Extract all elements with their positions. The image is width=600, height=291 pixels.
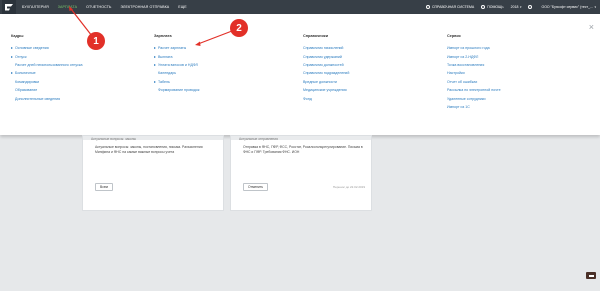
news-card-laws: Актуальные вопросы: законы Актуальные во… xyxy=(82,135,224,211)
menu-item-import-prev-year[interactable]: Импорт из прошлого года xyxy=(447,44,501,52)
menu-column-title: Справочники xyxy=(303,34,329,38)
card-text: Отправка в ФНС, ПФР, ФСС, Росстат, Росал… xyxy=(243,145,363,154)
reference-system-link[interactable]: СПРАВОЧНАЯ СИСТЕМА xyxy=(425,5,475,9)
user-icon xyxy=(528,5,533,9)
salary-mega-menu: × Кадры Основные сведения Отпуск Расчет … xyxy=(0,14,600,135)
help-link[interactable]: ПОМОЩЬ xyxy=(481,5,504,9)
nav-electronic-submission[interactable]: ЭЛЕКТРОННАЯ ОТПРАВКА xyxy=(120,5,169,9)
nav-accounting[interactable]: БУХГАЛТЕРИЯ xyxy=(22,5,49,9)
menu-item-import-2ndfl[interactable]: Импорт из 2-НДФЛ xyxy=(447,52,501,60)
menu-item-contributions-ndfl[interactable]: Уплата взносов и НДФЛ xyxy=(154,61,199,69)
menu-item-positions-ref[interactable]: Справочник должностей xyxy=(303,61,349,69)
news-card-submissions: Актуальные отправления Отправка в ФНС, П… xyxy=(230,135,372,211)
triangle-right-icon xyxy=(154,80,156,83)
card-button-cancel[interactable]: Отменить xyxy=(243,183,269,191)
card-heading: Актуальные вопросы: законы xyxy=(91,137,136,141)
menu-item-email-mailing[interactable]: Рассылка по электронной почте xyxy=(447,86,501,94)
menu-column-salary: Зарплата Расчет зарплаты Выплата Уплата … xyxy=(154,34,199,94)
menu-item-business-trips[interactable]: Командировки xyxy=(11,78,83,86)
menu-item-hazardous-positions[interactable]: Вредные должности xyxy=(303,78,349,86)
menu-item-error-report[interactable]: Отчет об ошибках xyxy=(447,78,501,86)
menu-item-settings[interactable]: Настройки xyxy=(447,69,501,77)
top-navigation-bar: БУХГАЛТЕРИЯ ЗАРПЛАТА ОТЧЕТНОСТЬ ЭЛЕКТРОН… xyxy=(0,0,600,14)
menu-column-title: Сервис xyxy=(447,34,461,38)
organization-selector[interactable]: ООО "Бухсофт сервис" (тест_... ▾ xyxy=(541,5,596,9)
help-icon xyxy=(481,5,486,9)
menu-item-calendar[interactable]: Календарь xyxy=(154,69,199,77)
chat-icon xyxy=(588,274,594,277)
menu-column-title: Кадры xyxy=(11,34,24,38)
menu-column-title: Зарплата xyxy=(154,34,172,38)
annotation-callout-1: 1 xyxy=(87,32,105,50)
card-heading: Актуальные отправления xyxy=(239,137,278,141)
menu-item-deductions-ref[interactable]: Справочник удержаний xyxy=(303,52,349,60)
chevron-down-icon: ▾ xyxy=(519,5,522,9)
triangle-right-icon xyxy=(154,63,156,66)
card-date: Перенос до 22.02.2019 xyxy=(332,185,365,189)
chat-button[interactable] xyxy=(586,272,596,279)
menu-item-salary-calculation[interactable]: Расчет зарплаты xyxy=(154,44,199,52)
menu-item-payment[interactable]: Выплата xyxy=(154,52,199,60)
menu-item-unused-vacation-days[interactable]: Расчет дней неиспользованного отпуска xyxy=(11,61,83,69)
annotation-callout-2: 2 xyxy=(230,19,248,37)
menu-item-accruals-ref[interactable]: Справочник начислений xyxy=(303,44,349,52)
menu-item-import-1c[interactable]: Импорт из 1С xyxy=(447,103,501,111)
year-selector[interactable]: 2018 ▾ xyxy=(511,5,522,9)
nav-more[interactable]: ЕЩЕ xyxy=(178,5,186,9)
menu-item-education[interactable]: Образование xyxy=(11,86,83,94)
menu-item-restore-point[interactable]: Точка восстановления xyxy=(447,61,501,69)
logo-icon xyxy=(5,4,13,11)
help-label: ПОМОЩЬ xyxy=(487,5,504,9)
chevron-down-icon: ▾ xyxy=(594,5,596,9)
year-label: 2018 xyxy=(510,5,519,9)
nav-reporting[interactable]: ОТЧЕТНОСТЬ xyxy=(86,5,111,9)
menu-column-service: Сервис Импорт из прошлого года Импорт из… xyxy=(447,34,501,111)
menu-item-fund[interactable]: Фонд xyxy=(303,94,349,102)
menu-item-deleted-employees[interactable]: Удаленные сотрудники xyxy=(447,94,501,102)
menu-item-vacation[interactable]: Отпуск xyxy=(11,52,83,60)
book-icon xyxy=(425,5,430,9)
user-icon-button[interactable] xyxy=(528,5,534,9)
reference-system-label: СПРАВОЧНАЯ СИСТЕМА xyxy=(431,5,475,9)
menu-item-basic-info[interactable]: Основные сведения xyxy=(11,44,83,52)
main-nav: БУХГАЛТЕРИЯ ЗАРПЛАТА ОТЧЕТНОСТЬ ЭЛЕКТРОН… xyxy=(22,5,196,9)
triangle-right-icon xyxy=(11,72,13,75)
menu-column-personnel: Кадры Основные сведения Отпуск Расчет дн… xyxy=(11,34,83,103)
top-right-controls: СПРАВОЧНАЯ СИСТЕМА ПОМОЩЬ 2018 ▾ ООО "Бу… xyxy=(419,0,596,14)
menu-item-medical-institutions[interactable]: Медицинские учреждения xyxy=(303,86,349,94)
menu-item-additional-info[interactable]: Дополнительные сведения xyxy=(11,94,83,102)
menu-item-sick-leave[interactable]: Больничные xyxy=(11,69,83,77)
card-text: Актуальные вопросы: законы, постановлени… xyxy=(95,145,203,154)
menu-item-postings[interactable]: Формирование проводок xyxy=(154,86,199,94)
triangle-right-icon xyxy=(11,55,13,58)
menu-item-departments-ref[interactable]: Справочник подразделений xyxy=(303,69,349,77)
card-button-all[interactable]: Всем xyxy=(95,183,113,191)
triangle-right-icon xyxy=(154,55,156,58)
nav-salary[interactable]: ЗАРПЛАТА xyxy=(58,5,77,9)
menu-item-timesheet[interactable]: Табель xyxy=(154,78,199,86)
organization-label: ООО "Бухсофт сервис" (тест_... xyxy=(541,5,593,9)
menu-column-references: Справочники Справочник начислений Справо… xyxy=(303,34,349,103)
triangle-right-icon xyxy=(11,47,13,50)
close-icon[interactable]: × xyxy=(589,23,594,32)
triangle-right-icon xyxy=(154,47,156,50)
app-logo[interactable] xyxy=(2,0,16,14)
